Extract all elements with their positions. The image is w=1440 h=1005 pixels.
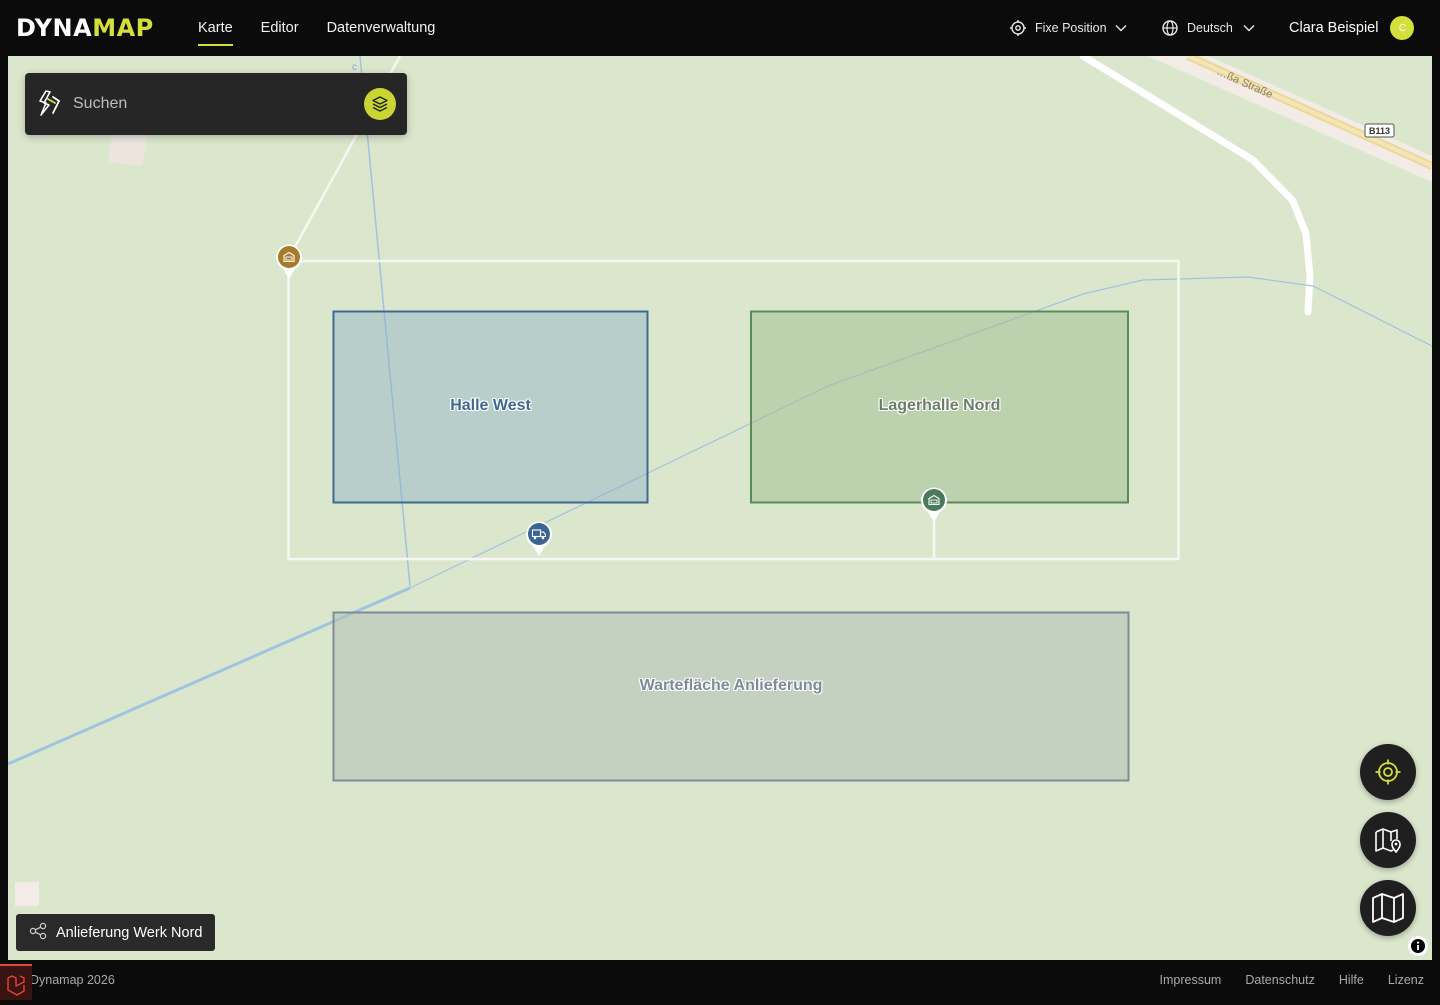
zone-wartflaeche[interactable] [332, 611, 1130, 782]
user-name: Clara Beispiel [1289, 20, 1379, 36]
search-input[interactable] [73, 89, 353, 119]
truck-icon [526, 521, 552, 556]
top-bar: DYNAMAP Karte Editor Datenverwaltung Fix… [0, 0, 1440, 56]
layers-icon [372, 96, 388, 112]
globe-icon [1161, 19, 1179, 37]
footer: Dynamap 2026 Impressum Datenschutz Hilfe… [0, 960, 1440, 1000]
zone-label-wartflaeche: Wartefläche Anlieferung [639, 677, 823, 694]
base-map-button[interactable] [1360, 880, 1416, 936]
dynamap-logo[interactable]: DYNAMAP [16, 15, 154, 41]
map-marker-warehouse[interactable] [274, 242, 304, 280]
chevron-down-icon [1243, 24, 1255, 32]
share-icon [29, 922, 47, 944]
crosshair-icon [1009, 19, 1027, 37]
user-menu[interactable]: Clara Beispiel C [1289, 0, 1415, 56]
nav-item-karte[interactable]: Karte [198, 0, 233, 56]
language-dropdown[interactable]: Deutsch [1161, 0, 1255, 56]
road-shield-label: B113 [1369, 126, 1390, 136]
shared-view-label: Anlieferung Werk Nord [56, 924, 203, 941]
logo-text-accent: MAP [92, 14, 154, 42]
locate-button[interactable] [1360, 744, 1416, 800]
stream-label: c [352, 62, 357, 73]
zone-label-halle-west: Halle West [450, 397, 531, 414]
footer-link-impressum[interactable]: Impressum [1160, 973, 1222, 987]
language-label: Deutsch [1187, 21, 1233, 35]
footer-link-hilfe[interactable]: Hilfe [1339, 973, 1364, 987]
road-shield-b113: B113 [1364, 123, 1395, 138]
copyright-text: Dynamap 2026 [30, 973, 115, 987]
debug-toolbar-toggle[interactable] [0, 964, 32, 1000]
chevron-down-icon [1115, 24, 1127, 32]
avatar: C [1390, 16, 1415, 40]
attribution-info-button[interactable] [1408, 936, 1428, 956]
zone-label-lagerhalle-nord: Lagerhalle Nord [878, 397, 1001, 414]
shared-view-chip[interactable]: Anlieferung Werk Nord [16, 914, 216, 951]
logo-text-primary: DYNA [16, 14, 93, 42]
footer-link-lizenz[interactable]: Lizenz [1388, 973, 1424, 987]
map-marker-truck[interactable] [524, 519, 554, 557]
map-canvas[interactable]: …ßa Straße B113 c Halle West Lagerhalle … [8, 56, 1432, 960]
dynamap-mark-icon [37, 89, 63, 124]
position-mode-label: Fixe Position [1035, 21, 1107, 35]
map-background: …ßa Straße B113 c [8, 56, 1432, 906]
map-marker-icon [1375, 828, 1401, 854]
position-mode-dropdown[interactable]: Fixe Position [1009, 0, 1127, 56]
info-icon [1411, 939, 1425, 953]
footer-links: Impressum Datenschutz Hilfe Lizenz [1136, 973, 1424, 987]
footer-link-datenschutz[interactable]: Datenschutz [1245, 973, 1314, 987]
laravel-icon [7, 975, 25, 996]
nav-item-editor[interactable]: Editor [261, 0, 299, 56]
map-marker-warehouse[interactable] [919, 485, 949, 523]
main-nav: Karte Editor Datenverwaltung [198, 0, 463, 56]
crosshair-icon [1375, 759, 1401, 785]
building-patch [15, 882, 39, 906]
map-pin-button[interactable] [1360, 812, 1416, 868]
nav-item-datenverwaltung[interactable]: Datenverwaltung [327, 0, 436, 56]
building-patch [108, 132, 148, 166]
map-icon [1372, 893, 1404, 923]
search-panel [25, 73, 407, 135]
warehouse-icon [276, 244, 302, 279]
warehouse-icon [921, 487, 947, 522]
layers-button[interactable] [364, 88, 396, 120]
